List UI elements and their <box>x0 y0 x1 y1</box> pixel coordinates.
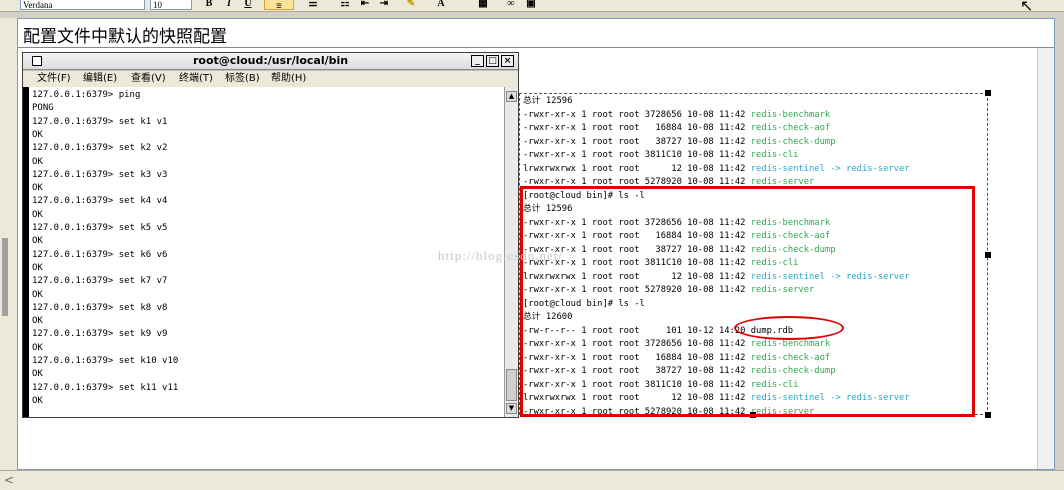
listing-file-name: redis-check-dump <box>750 136 836 147</box>
listing-line: -rwxr-xr-x 1 root root 3728656 10-08 11:… <box>523 109 830 123</box>
terminal-line: OK <box>32 156 43 167</box>
terminal-line: 127.0.0.1:6379> set k6 v6 <box>32 249 168 260</box>
align-left-button[interactable]: ≡ <box>264 0 294 12</box>
terminal-line: 127.0.0.1:6379> set k4 v4 <box>32 196 168 207</box>
listing-line-attrs: -rwxr-xr-x 1 root root 3728656 10-08 11:… <box>523 109 751 120</box>
terminal-line: OK <box>32 289 43 300</box>
image-button[interactable]: ▣ <box>524 0 538 11</box>
left-margin <box>0 18 17 470</box>
bullet-list-icon: ☷ <box>340 0 350 9</box>
highlighter-icon: ✎ <box>406 0 416 9</box>
terminal-titlebar: root@cloud:/usr/local/bin _ □ × <box>23 53 518 70</box>
terminal-line: OK <box>32 183 43 194</box>
formatting-toolbar: Verdana 10 B I U ≡ ☰ ☷ ⇤ ⇥ ✎ A ▦ ∞ ▣ ↖ <box>0 0 1064 12</box>
ordered-list-icon: ☰ <box>308 0 318 9</box>
font-color-button[interactable]: A <box>434 0 448 11</box>
terminal-line: 127.0.0.1:6379> set k9 v9 <box>32 329 168 340</box>
menu-file[interactable]: 文件(F) <box>37 71 71 87</box>
terminal-line: 127.0.0.1:6379> set k5 v5 <box>32 223 168 233</box>
listing-line-attrs: lrwxrwxrwx 1 root root 12 10-08 11:42 <box>523 163 751 174</box>
terminal-line: 127.0.0.1:6379> ping <box>32 90 141 100</box>
listing-file-name: redis-check-aof <box>750 123 831 133</box>
highlight-oval <box>734 316 844 340</box>
terminal-line: 127.0.0.1:6379> set k7 v7 <box>32 276 168 287</box>
underline-button[interactable]: U <box>241 0 255 11</box>
italic-button[interactable]: I <box>222 0 236 11</box>
resize-handle-top-right[interactable] <box>985 90 991 96</box>
font-color-icon: A <box>437 0 445 9</box>
indent-button[interactable]: ⇥ <box>377 0 391 11</box>
bold-button[interactable]: B <box>202 0 216 11</box>
terminal-line: 127.0.0.1:6379> set k11 v11 <box>32 382 179 393</box>
font-size-select[interactable]: 10 <box>150 0 192 10</box>
image-icon: ▣ <box>526 0 536 9</box>
link-button[interactable]: ∞ <box>504 0 518 11</box>
terminal-line: OK <box>32 369 43 380</box>
terminal-line: OK <box>32 209 43 220</box>
terminal-output[interactable]: 127.0.0.1:6379> ping PONG 127.0.0.1:6379> … <box>29 87 504 417</box>
scroll-thumb[interactable] <box>506 369 517 401</box>
minimize-button[interactable]: _ <box>471 55 484 67</box>
document-heading: 配置文件中默认的快照配置 <box>23 27 227 47</box>
listing-line: -rwxr-xr-x 1 root root 16884 10-08 11:42… <box>523 122 830 136</box>
terminal-line: OK <box>32 395 43 406</box>
terminal-line: 127.0.0.1:6379> set k1 v1 <box>32 116 168 127</box>
listing-line-attrs: 总计 12596 <box>523 96 573 106</box>
terminal-line: 127.0.0.1:6379> set k8 v8 <box>32 302 168 313</box>
indent-icon: ⇥ <box>379 0 389 9</box>
outdent-button[interactable]: ⇤ <box>358 0 372 11</box>
listing-line-attrs: -rwxr-xr-x 1 root root 38727 10-08 11:42 <box>523 136 751 147</box>
listing-line: lrwxrwxrwx 1 root root 12 10-08 11:42 re… <box>523 163 910 177</box>
terminal-line: OK <box>32 342 43 353</box>
terminal-line: 127.0.0.1:6379> set k3 v3 <box>32 169 168 180</box>
mouse-cursor-icon: ↖ <box>1020 0 1034 12</box>
font-name-select[interactable]: Verdana <box>20 0 145 10</box>
scroll-up-icon[interactable]: ▲ <box>506 91 517 102</box>
document-vertical-scrollbar[interactable] <box>1037 48 1054 469</box>
link-icon: ∞ <box>507 0 515 9</box>
menu-edit[interactable]: 编辑(E) <box>83 71 117 87</box>
left-margin-marker <box>2 238 8 316</box>
listing-line-attrs: -rwxr-xr-x 1 root root 16884 10-08 11:42 <box>523 123 751 133</box>
bullet-list-button[interactable]: ☷ <box>338 0 352 11</box>
terminal-window: root@cloud:/usr/local/bin _ □ × 文件(F) 编辑… <box>22 52 519 418</box>
resize-handle-bottom-right[interactable] <box>985 412 991 418</box>
listing-line-attrs: -rwxr-xr-x 1 root root 3811C10 10-08 11:… <box>523 150 751 160</box>
listing-line: 总计 12596 <box>523 95 572 109</box>
align-left-icon: ≡ <box>276 1 282 12</box>
listing-line: -rwxr-xr-x 1 root root 38727 10-08 11:42… <box>523 136 836 150</box>
close-button[interactable]: × <box>501 55 514 67</box>
menu-tabs[interactable]: 标签(B) <box>225 71 260 87</box>
terminal-app-icon <box>32 56 42 66</box>
highlight-rectangle <box>520 186 975 417</box>
listing-line: -rwxr-xr-x 1 root root 3811C10 10-08 11:… <box>523 149 798 163</box>
terminal-line: PONG <box>32 103 54 114</box>
terminal-title: root@cloud:/usr/local/bin <box>193 54 349 67</box>
menu-help[interactable]: 帮助(H) <box>271 71 306 87</box>
menu-view[interactable]: 查看(V) <box>131 71 166 87</box>
listing-file-name: redis-benchmark <box>750 109 831 120</box>
terminal-menubar: 文件(F) 编辑(E) 查看(V) 终端(T) 标签(B) 帮助(H) <box>23 71 518 87</box>
table-button[interactable]: ▦ <box>476 0 490 11</box>
maximize-button[interactable]: □ <box>486 55 499 67</box>
terminal-line: 127.0.0.1:6379> set k2 v2 <box>32 143 168 154</box>
scroll-left-icon[interactable]: < <box>4 473 14 487</box>
listing-file-name: redis-cli <box>750 150 799 160</box>
terminal-line: 127.0.0.1:6379> set k10 v10 <box>32 356 179 366</box>
heading-divider <box>18 47 1054 48</box>
terminal-line: OK <box>32 262 43 273</box>
listing-file-name: redis-sentinel -> redis-server <box>750 163 910 174</box>
outdent-icon: ⇤ <box>360 0 370 9</box>
table-icon: ▦ <box>478 0 488 9</box>
resize-handle-right[interactable] <box>985 252 991 258</box>
terminal-line: OK <box>32 236 43 247</box>
ordered-list-button[interactable]: ☰ <box>306 0 320 11</box>
terminal-line: OK <box>32 316 43 327</box>
watermark: http://blog.csdn.net/ <box>438 248 563 263</box>
menu-terminal[interactable]: 终端(T) <box>179 71 213 87</box>
scroll-down-icon[interactable]: ▼ <box>506 403 517 414</box>
document-horizontal-scrollbar[interactable]: < <box>0 470 1064 490</box>
highlight-color-button[interactable]: ✎ <box>404 0 418 11</box>
terminal-line: OK <box>32 129 43 140</box>
